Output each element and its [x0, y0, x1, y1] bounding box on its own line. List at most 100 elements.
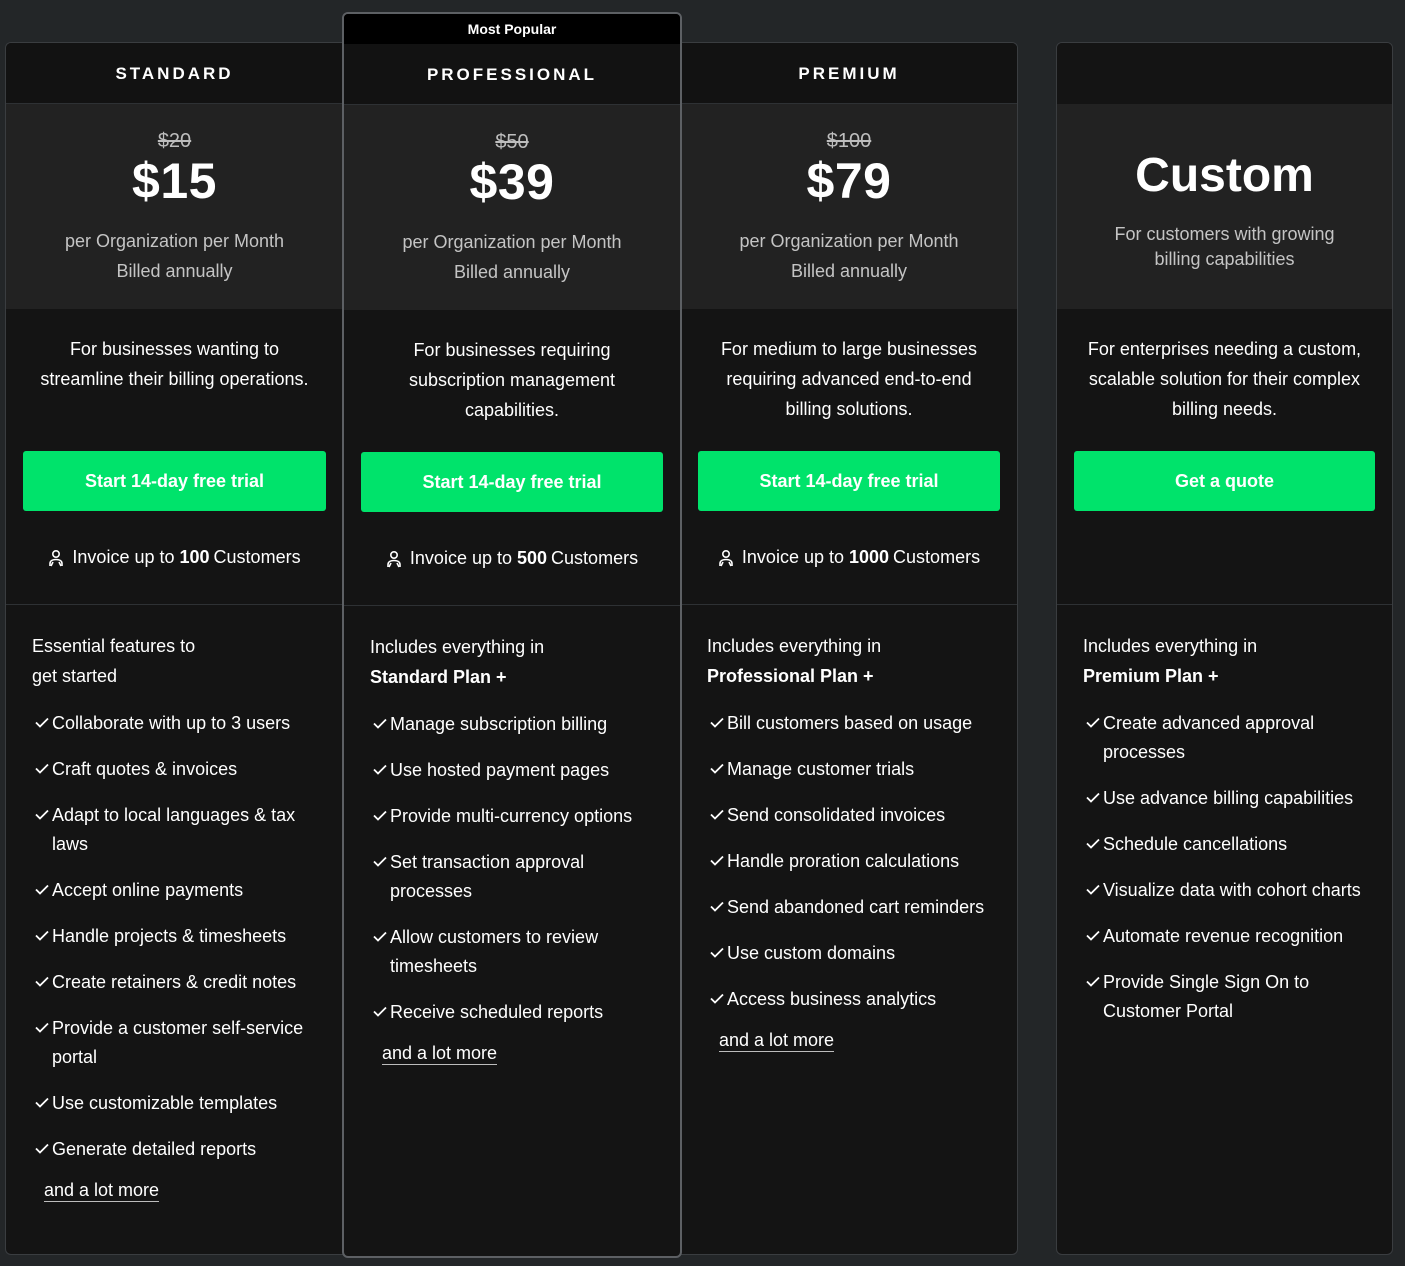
- feature-list: Bill customers based on usage Manage cus…: [707, 709, 992, 1014]
- feature-text: Provide Single Sign On to Customer Porta…: [1103, 972, 1310, 1021]
- feature-text: Receive scheduled reports: [390, 1002, 604, 1022]
- feature-text: Create advanced approval processes: [1103, 713, 1315, 762]
- start-trial-button[interactable]: Start 14-day free trial: [23, 451, 326, 511]
- check-icon: [710, 717, 724, 728]
- custom-subtitle: For customers with growing billing capab…: [1114, 224, 1335, 269]
- feature-item: Generate detailed reports: [32, 1135, 318, 1164]
- get-quote-button[interactable]: Get a quote: [1074, 451, 1375, 511]
- check-icon: [35, 1097, 49, 1108]
- check-icon: [710, 947, 724, 958]
- feature-item: Provide Single Sign On to Customer Porta…: [1083, 968, 1367, 1026]
- feature-item: Craft quotes & invoices: [32, 755, 318, 784]
- feature-text: Schedule cancellations: [1103, 834, 1288, 854]
- start-trial-button[interactable]: Start 14-day free trial: [698, 451, 1000, 511]
- feature-intro-line: Essential features to: [32, 636, 196, 656]
- feature-text: Send abandoned cart reminders: [727, 897, 985, 917]
- limit-prefix: Invoice up to: [741, 547, 844, 567]
- feature-item: Create retainers & credit notes: [32, 968, 318, 997]
- old-price: $100: [826, 130, 872, 152]
- feature-intro-plan: Premium Plan +: [1083, 666, 1219, 686]
- feature-text: Handle proration calculations: [727, 851, 960, 871]
- feature-text: Send consolidated invoices: [727, 805, 946, 825]
- check-icon: [1086, 930, 1100, 941]
- feature-text: Provide multi-currency options: [390, 806, 633, 826]
- more-features-link[interactable]: and a lot more: [382, 1042, 498, 1065]
- feature-text: Access business analytics: [727, 989, 937, 1009]
- user-icon: [387, 550, 401, 567]
- billing-note: Billed annually: [790, 261, 908, 281]
- more-features-link[interactable]: and a lot more: [44, 1179, 160, 1202]
- feature-intro: Includes everything in Premium Plan +: [1083, 631, 1367, 691]
- check-icon: [373, 1006, 387, 1017]
- feature-item: Handle proration calculations: [707, 847, 992, 876]
- plan-description: For businesses requiring subscription ma…: [408, 340, 616, 420]
- check-icon: [710, 763, 724, 774]
- feature-section: Includes everything in Premium Plan + Cr…: [1057, 605, 1392, 1026]
- feature-text: Handle projects & timesheets: [52, 926, 287, 946]
- plan-head-blank: [1057, 43, 1392, 104]
- check-icon: [373, 931, 387, 942]
- feature-text: Automate revenue recognition: [1103, 926, 1344, 946]
- feature-text: Create retainers & credit notes: [52, 972, 297, 992]
- feature-text: Use custom domains: [727, 943, 896, 963]
- plan-name: STANDARD: [6, 43, 343, 104]
- check-icon: [1086, 838, 1100, 849]
- feature-text: Bill customers based on usage: [727, 713, 973, 733]
- check-icon: [35, 1143, 49, 1154]
- feature-item: Handle projects & timesheets: [32, 922, 318, 951]
- feature-item: Manage subscription billing: [370, 710, 655, 739]
- price: $39: [469, 154, 555, 210]
- feature-text: Visualize data with cohort charts: [1103, 880, 1361, 900]
- check-icon: [1086, 884, 1100, 895]
- feature-item: Use hosted payment pages: [370, 756, 655, 785]
- check-icon: [710, 993, 724, 1004]
- feature-text: Accept online payments: [52, 880, 244, 900]
- limit-suffix: Customers: [893, 547, 981, 567]
- feature-item: Visualize data with cohort charts: [1083, 876, 1367, 905]
- price: $15: [132, 153, 217, 209]
- customer-limit: Invoice up to 1000 Customers: [681, 511, 1017, 605]
- feature-item: Use customizable templates: [32, 1089, 318, 1118]
- feature-text: Manage subscription billing: [390, 714, 608, 734]
- plan-description: For businesses wanting to streamline the…: [40, 339, 309, 389]
- price-panel: $50 $39 per Organization per Month Bille…: [344, 105, 680, 310]
- check-icon: [35, 763, 49, 774]
- price-note: per Organization per Month Billed annual…: [681, 226, 1017, 286]
- feature-item: Receive scheduled reports: [370, 998, 655, 1027]
- feature-text: Allow customers to review timesheets: [390, 927, 599, 976]
- price-panel: $20 $15 per Organization per Month Bille…: [6, 104, 343, 309]
- feature-intro: Includes everything in Professional Plan…: [707, 631, 992, 691]
- check-icon: [35, 809, 49, 820]
- feature-text: Adapt to local languages & tax laws: [52, 805, 296, 854]
- check-icon: [35, 884, 49, 895]
- feature-text: Collaborate with up to 3 users: [52, 713, 291, 733]
- feature-list: Create advanced approval processes Use a…: [1083, 709, 1367, 1026]
- feature-item: Send abandoned cart reminders: [707, 893, 992, 922]
- plan-name: PROFESSIONAL: [344, 44, 680, 105]
- start-trial-button[interactable]: Start 14-day free trial: [361, 452, 663, 512]
- feature-text: Set transaction approval processes: [390, 852, 585, 901]
- feature-item: Send consolidated invoices: [707, 801, 992, 830]
- feature-item: Schedule cancellations: [1083, 830, 1367, 859]
- price-note: per Organization per Month Billed annual…: [6, 226, 343, 286]
- plan-card-premium: PREMIUM $100 $79 per Organization per Mo…: [681, 42, 1018, 1255]
- feature-item: Provide multi-currency options: [370, 802, 655, 831]
- feature-section: Includes everything in Standard Plan + M…: [344, 606, 680, 1065]
- customer-limit: Invoice up to 500 Customers: [344, 512, 680, 606]
- feature-intro-plan: Standard Plan +: [370, 667, 507, 687]
- feature-item: Accept online payments: [32, 876, 318, 905]
- check-icon: [710, 855, 724, 866]
- plan-card-standard: STANDARD $20 $15 per Organization per Mo…: [5, 42, 343, 1255]
- feature-intro-line: Includes everything in: [1083, 636, 1258, 656]
- feature-item: Provide a customer self-service portal: [32, 1014, 318, 1072]
- feature-intro-line: Includes everything in: [370, 637, 545, 657]
- old-price: $50: [495, 131, 529, 153]
- billing-note: Billed annually: [116, 261, 233, 281]
- more-features-link[interactable]: and a lot more: [719, 1029, 835, 1052]
- feature-item: Set transaction approval processes: [370, 848, 655, 906]
- feature-list: Collaborate with up to 3 users Craft quo…: [32, 709, 318, 1164]
- feature-item: Allow customers to review timesheets: [370, 923, 655, 981]
- limit-suffix: Customers: [213, 547, 301, 567]
- check-icon: [35, 1022, 49, 1033]
- feature-intro-line: Includes everything in: [707, 636, 882, 656]
